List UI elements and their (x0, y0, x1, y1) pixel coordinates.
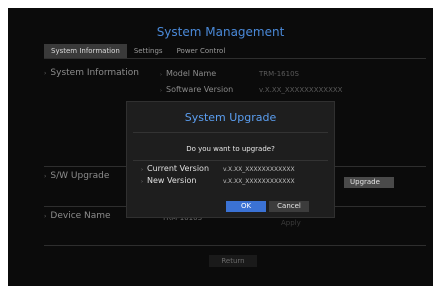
bullet-icon: › (141, 167, 143, 173)
section-label: Device Name (50, 211, 111, 221)
tab-settings[interactable]: Settings (127, 44, 170, 58)
ok-button[interactable]: OK (226, 201, 266, 212)
model-name-label-text: Model Name (166, 69, 217, 78)
tab-power-control[interactable]: Power Control (170, 44, 233, 58)
software-version-value: v.X.XX_XXXXXXXXXXXX (259, 86, 343, 94)
upgrade-button[interactable]: Upgrade (344, 177, 394, 188)
section-sw-upgrade: › S/W Upgrade (44, 171, 109, 181)
bottom-divider (44, 245, 426, 246)
dialog-question: Do you want to upgrade? (186, 145, 275, 153)
model-name-value: TRM-1610S (259, 70, 299, 78)
system-upgrade-dialog: System Upgrade Do you want to upgrade? ›… (126, 101, 335, 218)
current-version-value: v.X.XX_XXXXXXXXXXXX (223, 166, 295, 173)
tab-system-information[interactable]: System Information (44, 44, 127, 58)
section-system-information: › System Information (44, 68, 139, 78)
dialog-title: System Upgrade (184, 111, 277, 124)
system-management-screen: System Management System Information Set… (8, 8, 433, 286)
bullet-icon: › (160, 88, 162, 94)
section-device-name: › Device Name (44, 211, 111, 221)
bullet-icon: › (44, 70, 47, 77)
return-button[interactable]: Return (209, 255, 257, 267)
new-version-label: › New Version (141, 176, 196, 185)
apply-button[interactable]: Apply (281, 219, 301, 227)
bullet-icon: › (44, 173, 47, 180)
page-title: System Management (156, 25, 285, 39)
dialog-separator (133, 132, 328, 133)
software-version-label: › Software Version (160, 85, 233, 94)
current-version-label-text: Current Version (147, 164, 210, 173)
new-version-value: v.X.XX_XXXXXXXXXXXX (223, 178, 295, 185)
new-version-label-text: New Version (147, 176, 197, 185)
bullet-icon: › (44, 213, 47, 220)
software-version-label-text: Software Version (166, 85, 234, 94)
section-label: System Information (50, 68, 139, 78)
bullet-icon: › (141, 179, 143, 185)
dialog-separator (133, 160, 328, 161)
bullet-icon: › (160, 72, 162, 78)
tab-bar: System Information Settings Power Contro… (44, 44, 232, 58)
cancel-button[interactable]: Cancel (269, 201, 309, 212)
tab-divider (44, 58, 426, 59)
current-version-label: › Current Version (141, 164, 209, 173)
model-name-label: › Model Name (160, 69, 216, 78)
section-label: S/W Upgrade (50, 171, 110, 181)
